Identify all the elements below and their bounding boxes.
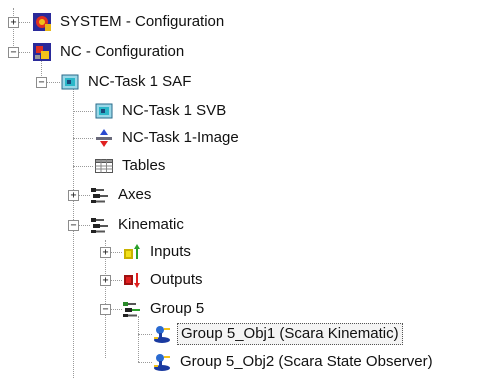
scara-object-icon — [152, 352, 172, 372]
tree-item-label: Group 5_Obj2 (Scara State Observer) — [180, 353, 433, 370]
process-image-icon — [94, 128, 114, 148]
tree-item-label: Tables — [122, 157, 166, 174]
tree-item-label: Axes — [118, 186, 152, 203]
tree-item-group5-obj1[interactable]: Group 5_Obj1 (Scara Kinematic) — [152, 323, 403, 345]
tree-item-label: SYSTEM - Configuration — [60, 13, 225, 30]
tree-line — [46, 82, 60, 83]
tree-item-label: NC-Task 1-Image — [122, 129, 239, 146]
tree-line — [138, 316, 139, 362]
tree-item-label: Group 5_Obj1 (Scara Kinematic) — [177, 323, 403, 345]
kinematic-icon — [90, 215, 110, 235]
tree-item-group5[interactable]: Group 5 — [122, 298, 207, 320]
tree-item-label: NC - Configuration — [60, 43, 185, 60]
tree-item-axes[interactable]: Axes — [90, 184, 154, 206]
tree-line — [73, 166, 93, 167]
system-config-icon — [32, 12, 52, 32]
tree-item-label: NC-Task 1 SVB — [122, 102, 227, 119]
tree-item-group5-obj2[interactable]: Group 5_Obj2 (Scara State Observer) — [152, 351, 436, 373]
tree-item-tables[interactable]: Tables — [94, 155, 168, 177]
axes-icon — [90, 185, 110, 205]
collapse-toggle-nc[interactable]: − — [8, 47, 19, 58]
group-icon — [122, 299, 142, 319]
tree-item-kinematic[interactable]: Kinematic — [90, 214, 187, 236]
tree-item-inputs[interactable]: Inputs — [122, 241, 194, 263]
tree-line — [138, 362, 152, 363]
tree-item-nc-task-saf[interactable]: NC-Task 1 SAF — [60, 71, 194, 93]
tree-line — [13, 8, 14, 52]
tree-item-label: Kinematic — [118, 216, 184, 233]
tree-line — [18, 22, 30, 23]
tree-line — [73, 88, 74, 378]
nc-task-icon — [60, 72, 80, 92]
tree-line — [18, 52, 30, 53]
expand-toggle-system[interactable]: + — [8, 17, 19, 28]
tree-item-nc-task-image[interactable]: NC-Task 1-Image — [94, 127, 242, 149]
collapse-toggle-group5[interactable]: − — [100, 304, 111, 315]
tree-item-label: NC-Task 1 SAF — [88, 73, 192, 90]
expand-toggle-inputs[interactable]: + — [100, 247, 111, 258]
tree-item-system-configuration[interactable]: SYSTEM - Configuration — [32, 11, 227, 33]
collapse-toggle-kinematic[interactable]: − — [68, 220, 79, 231]
tree-item-nc-configuration[interactable]: NC - Configuration — [32, 41, 187, 63]
inputs-icon — [122, 242, 142, 262]
tree-item-label: Inputs — [150, 243, 191, 260]
tree-line — [78, 195, 90, 196]
tree-line — [110, 280, 122, 281]
collapse-toggle-nc-task[interactable]: − — [36, 77, 47, 88]
outputs-icon — [122, 270, 142, 290]
expand-toggle-outputs[interactable]: + — [100, 275, 111, 286]
tree-line — [78, 225, 90, 226]
tree-item-outputs[interactable]: Outputs — [122, 269, 206, 291]
tree-line — [73, 111, 93, 112]
tree-line — [110, 309, 122, 310]
nc-task-icon — [94, 101, 114, 121]
table-icon — [94, 156, 114, 176]
tree-item-label: Outputs — [150, 271, 203, 288]
expand-toggle-axes[interactable]: + — [68, 190, 79, 201]
nc-configuration-tree: + − − + − + + − SYSTEM - Configuration N… — [0, 0, 487, 378]
nc-config-icon — [32, 42, 52, 62]
tree-line — [73, 138, 93, 139]
scara-object-icon — [152, 324, 172, 344]
tree-item-nc-task-svb[interactable]: NC-Task 1 SVB — [94, 100, 229, 122]
tree-item-label: Group 5 — [150, 300, 205, 317]
tree-line — [138, 334, 152, 335]
tree-line — [110, 252, 122, 253]
